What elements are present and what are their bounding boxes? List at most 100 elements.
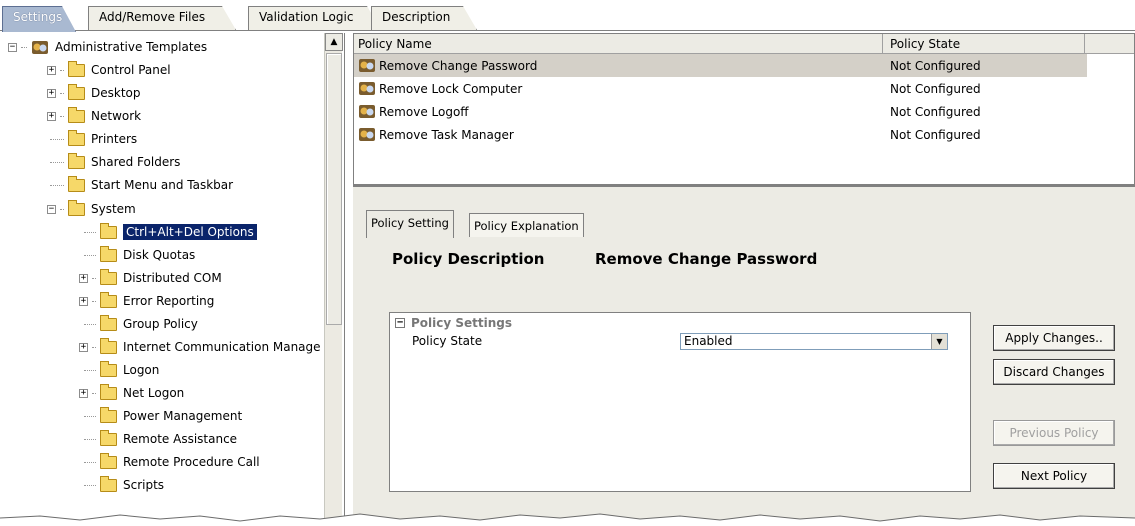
column-policy-state[interactable]: Policy State — [890, 37, 960, 51]
tree-connector — [60, 115, 64, 117]
tree-item-label: Group Policy — [123, 317, 198, 331]
expand-icon[interactable]: + — [79, 342, 88, 352]
collapse-icon[interactable]: − — [47, 204, 56, 214]
expand-icon[interactable]: + — [47, 65, 56, 75]
tree-item-net-logon[interactable]: + Net Logon — [79, 382, 184, 404]
apply-changes-button[interactable]: Apply Changes.. — [993, 325, 1115, 351]
tree-item-disk-quotas[interactable]: Disk Quotas — [84, 244, 195, 266]
collapse-icon[interactable]: − — [8, 42, 17, 52]
tab-description[interactable]: Description — [371, 6, 477, 30]
policy-row-lock-computer[interactable]: Remove Lock Computer Not Configured — [354, 77, 1087, 100]
policy-name: Remove Logoff — [379, 104, 469, 119]
policy-icon — [359, 105, 375, 118]
tree-item-label: Disk Quotas — [123, 248, 196, 262]
previous-policy-button[interactable]: Previous Policy — [993, 420, 1115, 446]
tree-connector — [50, 138, 64, 140]
tab-validation-logic[interactable]: Validation Logic — [248, 6, 381, 30]
tree-item-network[interactable]: + Network — [47, 105, 141, 127]
tree-item-system[interactable]: − System — [47, 198, 136, 220]
tree-item-label: Remote Assistance — [123, 432, 238, 446]
tree-item-group-policy[interactable]: Group Policy — [84, 313, 198, 335]
tree-root[interactable]: − Administrative Templates — [8, 36, 207, 58]
next-policy-button[interactable]: Next Policy — [993, 463, 1115, 489]
folder-icon — [68, 175, 85, 192]
tab-policy-explanation[interactable]: Policy Explanation — [469, 213, 584, 237]
policy-icon — [359, 59, 375, 72]
policy-row-task-manager[interactable]: Remove Task Manager Not Configured — [354, 123, 1087, 146]
tree-connector — [84, 484, 96, 486]
tree-item-label: Network — [91, 109, 142, 123]
tab-policy-setting[interactable]: Policy Setting — [366, 210, 454, 238]
tree-connector — [92, 300, 96, 302]
discard-changes-button[interactable]: Discard Changes — [993, 359, 1115, 385]
policy-settings-header[interactable]: − Policy Settings — [395, 316, 512, 330]
expand-icon[interactable]: + — [79, 296, 88, 306]
scrollbar-thumb[interactable] — [326, 53, 342, 325]
scroll-up-icon[interactable]: ▲ — [325, 33, 343, 51]
tree-connector — [50, 184, 64, 186]
policy-row-logoff[interactable]: Remove Logoff Not Configured — [354, 100, 1087, 123]
tree-connector — [92, 277, 96, 279]
tree-item-label: Logon — [123, 363, 160, 377]
tree-item-desktop[interactable]: + Desktop — [47, 82, 141, 104]
tree-item-remote-procedure-call[interactable]: Remote Procedure Call — [84, 451, 260, 473]
expand-icon[interactable]: + — [79, 273, 88, 283]
folder-icon — [100, 245, 117, 262]
tree-item-label: Control Panel — [91, 63, 171, 77]
tab-add-remove-files[interactable]: Add/Remove Files — [88, 6, 236, 30]
folder-icon — [100, 406, 117, 423]
folder-icon — [100, 314, 117, 331]
torn-edge-decoration — [0, 513, 1135, 526]
folder-icon — [100, 360, 117, 377]
tab-policy-setting-label: Policy Setting — [371, 216, 449, 230]
tree-item-error-reporting[interactable]: + Error Reporting — [79, 290, 214, 312]
expand-icon[interactable]: + — [47, 88, 56, 98]
policy-list-header: Policy Name Policy State — [354, 34, 1134, 54]
tree-item-internet-communication[interactable]: + Internet Communication Manage — [79, 336, 321, 358]
tab-description-label: Description — [382, 10, 451, 24]
policy-state: Not Configured — [890, 58, 981, 73]
tree-scrollbar[interactable]: ▲ — [324, 33, 343, 526]
tree-item-ctrl-alt-del[interactable]: Ctrl+Alt+Del Options — [84, 221, 257, 243]
tree-connector — [84, 254, 96, 256]
tree-item-control-panel[interactable]: + Control Panel — [47, 59, 171, 81]
folder-icon — [100, 291, 117, 308]
policy-settings-grid: − Policy Settings Policy State Enabled ▼ — [389, 312, 971, 492]
tree-item-distributed-com[interactable]: + Distributed COM — [79, 267, 222, 289]
policy-row-change-password[interactable]: Remove Change Password Not Configured — [354, 54, 1087, 77]
tree-item-label: System — [91, 202, 136, 216]
tree-connector — [84, 415, 96, 417]
tree-item-label: Start Menu and Taskbar — [91, 178, 234, 192]
column-separator — [1084, 34, 1085, 54]
tree-item-remote-assistance[interactable]: Remote Assistance — [84, 428, 237, 450]
tree-item-label: Power Management — [123, 409, 243, 423]
expand-icon[interactable]: + — [47, 111, 56, 121]
expand-icon[interactable]: + — [79, 388, 88, 398]
tree-item-power-management[interactable]: Power Management — [84, 405, 242, 427]
tree-root-label: Administrative Templates — [55, 40, 208, 54]
tree-item-start-menu[interactable]: Start Menu and Taskbar — [50, 174, 233, 196]
folder-icon — [100, 337, 117, 354]
tree-item-shared-folders[interactable]: Shared Folders — [50, 151, 180, 173]
column-separator — [882, 34, 883, 54]
folder-icon — [68, 83, 85, 100]
policy-state-value: Enabled — [684, 334, 733, 348]
tree-item-scripts[interactable]: Scripts — [84, 474, 164, 496]
dropdown-arrow-icon[interactable]: ▼ — [931, 334, 947, 349]
policy-state: Not Configured — [890, 127, 981, 142]
policy-tree: − Administrative Templates + Control Pane… — [0, 33, 345, 526]
policy-state-select[interactable]: Enabled ▼ — [680, 333, 948, 350]
tree-connector — [21, 46, 27, 48]
collapse-icon[interactable]: − — [395, 318, 405, 328]
column-policy-name[interactable]: Policy Name — [358, 37, 432, 51]
tab-settings[interactable]: Settings — [2, 6, 76, 32]
tree-item-label: Scripts — [123, 478, 165, 492]
policy-name-cell: Remove Lock Computer — [358, 80, 522, 97]
folder-icon — [68, 60, 85, 77]
tree-item-label: Printers — [91, 132, 138, 146]
folder-icon — [68, 199, 85, 216]
folder-icon — [68, 106, 85, 123]
tree-item-printers[interactable]: Printers — [50, 128, 137, 150]
tree-connector — [60, 92, 64, 94]
tree-item-logon[interactable]: Logon — [84, 359, 159, 381]
